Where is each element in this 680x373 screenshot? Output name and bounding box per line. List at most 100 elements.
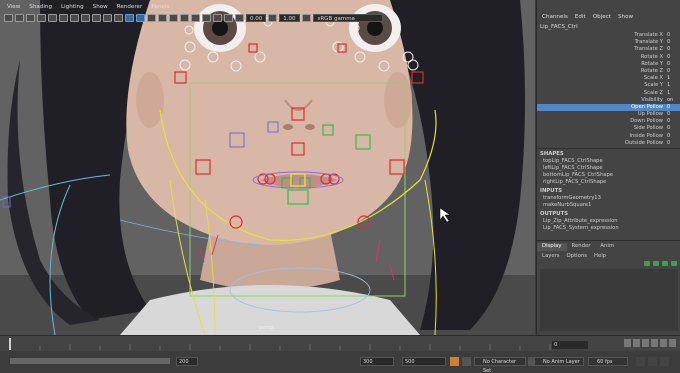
safe-title-icon[interactable] [114, 14, 123, 22]
isolate-icon[interactable] [202, 14, 211, 22]
step-forward-icon[interactable] [660, 339, 667, 347]
scene-render[interactable] [0, 0, 535, 335]
attr-row[interactable]: Visibility on [537, 97, 680, 104]
ambient-occlusion-icon[interactable] [180, 14, 189, 22]
maya-window: View Shading Lighting Show Renderer Pane… [0, 0, 680, 373]
input-item[interactable]: transformGeometry13 [537, 195, 680, 202]
attr-row[interactable]: Translate Z0 [537, 46, 680, 53]
selected-object-name[interactable]: Lip_FACS_Ctrl [537, 24, 680, 32]
output-item[interactable]: Lip_Zip_Attribute_expression [537, 218, 680, 225]
field-chart-icon[interactable] [92, 14, 101, 22]
camera-name-label: persp [259, 325, 274, 331]
attr-row[interactable]: Scale Y1 [537, 82, 680, 89]
menu-object[interactable]: Object [593, 14, 611, 24]
attr-row[interactable]: Outside Pollow 0 [537, 140, 680, 147]
gamma-icon[interactable] [268, 14, 278, 22]
antialias-icon[interactable] [191, 14, 200, 22]
select-camera-icon[interactable] [4, 14, 13, 22]
anim-end-field[interactable]: 300 [360, 357, 394, 366]
layer-menubar: Layers Options Help [537, 251, 680, 260]
xray-icon[interactable] [213, 14, 222, 22]
menu-show-cb[interactable]: Show [618, 14, 633, 24]
settings-icon[interactable] [660, 357, 669, 366]
menu-layers[interactable]: Layers [542, 253, 560, 259]
shape-item[interactable]: rightLip_FACS_CtrlShape [537, 179, 680, 186]
output-item[interactable]: Lip_FACS_System_expression [537, 225, 680, 232]
viewport[interactable]: View Shading Lighting Show Renderer Pane… [0, 0, 535, 335]
attribute-list: Translate X0 Translate Y0 Translate Z0 R… [537, 32, 680, 147]
attr-row[interactable]: Translate Y0 [537, 39, 680, 46]
play-forward-icon[interactable] [651, 339, 658, 347]
gamma-field[interactable]: 1.00 [279, 14, 300, 22]
color-space-dropdown[interactable]: sRGB gamma [312, 14, 383, 22]
layer-tabs: Display Render Anim [537, 243, 680, 251]
shape-item[interactable]: topLip_FACS_CtrlShape [537, 158, 680, 165]
attr-row[interactable]: Down Pollow 0 [537, 118, 680, 125]
range-slider[interactable] [10, 358, 170, 364]
menu-edit[interactable]: Edit [575, 14, 586, 24]
menu-help[interactable]: Help [594, 253, 606, 259]
attr-row-selected[interactable]: Open Pollow 0 [537, 103, 680, 112]
tab-display[interactable]: Display [537, 243, 567, 251]
textured-icon[interactable] [147, 14, 156, 22]
attr-row[interactable]: Side Pollow 0 [537, 125, 680, 132]
move-layer-down-icon[interactable] [653, 261, 659, 266]
attr-row[interactable]: Rotate Z0 [537, 68, 680, 75]
menu-options[interactable]: Options [567, 253, 587, 259]
go-to-start-icon[interactable] [624, 339, 631, 347]
auto-key-icon[interactable] [450, 357, 459, 366]
loop-icon[interactable] [636, 357, 645, 366]
input-item[interactable]: makeNurbSquare1 [537, 202, 680, 209]
time-slider[interactable]: 0 [0, 335, 680, 351]
attr-row[interactable]: Rotate X0 [537, 54, 680, 61]
grid-icon[interactable] [48, 14, 57, 22]
bookmark-icon[interactable] [26, 14, 35, 22]
shape-item[interactable]: leftLip_FACS_CtrlShape [537, 165, 680, 172]
fps-dropdown[interactable]: 60 fps [588, 357, 628, 366]
channel-box: Channels Edit Object Show Lip_FACS_Ctrl … [536, 0, 680, 335]
attr-row[interactable]: Scale X1 [537, 75, 680, 82]
film-gate-icon[interactable] [59, 14, 68, 22]
tab-render[interactable]: Render [567, 243, 596, 251]
new-layer-selected-icon[interactable] [671, 261, 677, 266]
shadows-icon[interactable] [169, 14, 178, 22]
step-back-icon[interactable] [633, 339, 640, 347]
xray-joints-icon[interactable] [224, 14, 233, 22]
layer-list[interactable] [540, 269, 678, 331]
menu-channels[interactable]: Channels [542, 14, 568, 24]
attr-row[interactable]: Inside Pollow 0 [537, 133, 680, 140]
camera-attributes-icon[interactable] [15, 14, 24, 22]
timeline-ticks[interactable] [0, 336, 590, 352]
play-back-icon[interactable] [642, 339, 649, 347]
viewport-toolbar: 0.00 1.00 sRGB gamma [0, 12, 535, 24]
attr-row[interactable]: Up Pollow 0 [537, 111, 680, 118]
layer-buttons [644, 261, 677, 266]
color-management-icon[interactable] [301, 14, 311, 22]
character-set-icon[interactable] [462, 357, 471, 366]
new-layer-icon[interactable] [662, 261, 668, 266]
attr-row[interactable]: Rotate Y0 [537, 61, 680, 68]
gate-mask-icon[interactable] [81, 14, 90, 22]
smooth-shade-icon[interactable] [136, 14, 145, 22]
resolution-gate-icon[interactable] [70, 14, 79, 22]
current-frame-field[interactable]: 0 [552, 341, 588, 349]
exposure-icon[interactable] [235, 14, 244, 22]
exposure-field[interactable]: 0.00 [246, 14, 267, 22]
sound-icon[interactable] [648, 357, 657, 366]
anim-layer-dropdown[interactable]: No Anim Layer [534, 357, 584, 366]
anim-total-field[interactable]: 500 [402, 357, 446, 366]
tab-anim[interactable]: Anim [595, 243, 619, 251]
safe-action-icon[interactable] [103, 14, 112, 22]
playback-controls [624, 339, 676, 347]
attr-row[interactable]: Translate X0 [537, 32, 680, 39]
channel-box-menubar: Channels Edit Object Show [537, 0, 680, 24]
character-set-dropdown[interactable]: No Character Set [474, 357, 526, 373]
shape-item[interactable]: bottomLip_FACS_CtrlShape [537, 172, 680, 179]
attr-row[interactable]: Scale Z1 [537, 90, 680, 97]
range-end-field[interactable]: 200 [176, 357, 198, 366]
image-plane-icon[interactable] [37, 14, 46, 22]
lights-icon[interactable] [158, 14, 167, 22]
go-to-end-icon[interactable] [669, 339, 676, 347]
wireframe-icon[interactable] [125, 14, 134, 22]
move-layer-up-icon[interactable] [644, 261, 650, 266]
